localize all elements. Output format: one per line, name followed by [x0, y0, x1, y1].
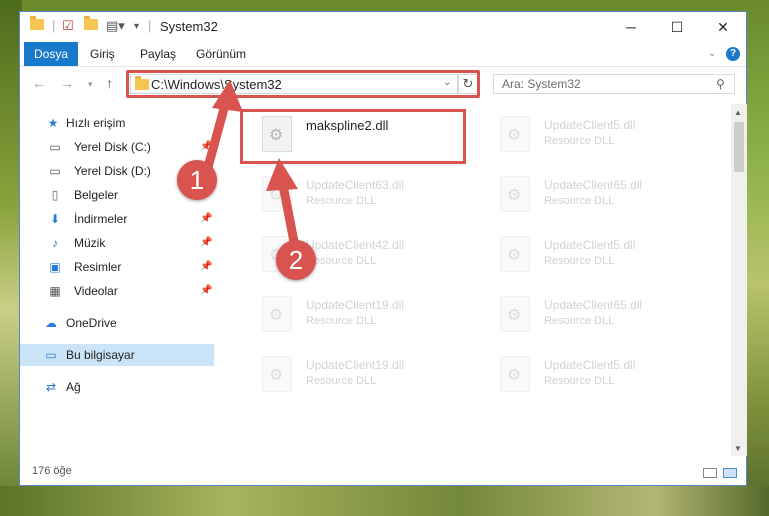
step-2-badge: 2 — [276, 240, 316, 280]
annotation-arrows — [200, 80, 301, 257]
step-1-badge: 1 — [177, 160, 217, 200]
